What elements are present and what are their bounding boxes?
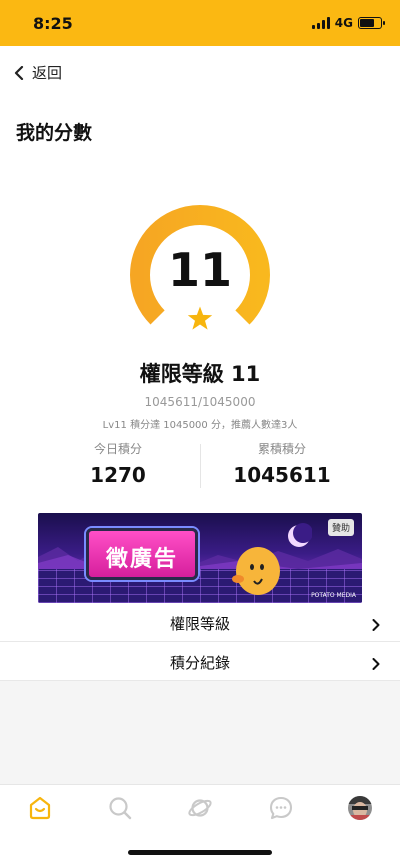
level-title: 權限等級 11 [139,362,261,386]
total-score: 累積積分 1045611 [200,440,364,487]
back-label: 返回 [32,64,63,82]
today-score-value: 1270 [90,463,146,487]
chat-tab[interactable] [268,795,294,821]
menu-item-label: 權限等級 [169,615,230,633]
search-icon [109,797,132,820]
chevron-right-icon [372,655,380,674]
battery-level [360,19,374,27]
home-indicator [128,850,272,855]
search-tab[interactable] [107,795,133,821]
level-description: Lv11 積分達 1045000 分，推薦人數達3人 [102,420,298,431]
network-type: 4G [334,16,353,30]
total-score-value: 1045611 [233,463,331,487]
content-background [0,681,400,784]
sponsor-badge: 贊助 [327,519,354,536]
today-score: 今日積分 1270 [40,440,196,487]
total-score-label: 累積積分 [257,442,306,456]
score-stats: 今日積分 1270 累積積分 1045611 [40,440,360,490]
status-time: 8:25 [33,14,73,33]
explore-tab[interactable] [187,795,213,821]
ad-brand: POTATO MEDIA [311,592,356,599]
potato-mascot-icon [228,541,288,601]
ad-label-box: 徵廣告 [86,528,198,580]
menu-item-permission-level[interactable]: 權限等級 [0,603,400,642]
ad-banner[interactable]: 徵廣告 贊助 POTATO MEDIA [38,513,362,603]
status-bar: 8:25 4G [0,0,400,46]
page-title: 我的分數 [16,122,93,144]
back-button[interactable]: 返回 [14,62,62,83]
ad-label: 徵廣告 [105,547,178,572]
home-icon [29,796,51,820]
moon-icon [286,523,313,553]
planet-icon [188,799,212,817]
today-score-label: 今日積分 [93,442,142,456]
profile-tab[interactable] [347,795,373,821]
battery-icon [358,17,385,29]
avatar [348,796,372,820]
chevron-left-icon [14,65,24,80]
menu-item-score-history[interactable]: 積分紀錄 [0,642,400,681]
signal-icon [311,17,330,29]
chevron-right-icon [372,616,380,635]
home-tab[interactable] [27,795,53,821]
chat-icon [269,796,293,820]
star-icon [187,306,213,331]
score-fraction: 1045611/1045000 [144,395,256,409]
menu-item-label: 積分紀錄 [169,654,230,672]
level-number: 11 [167,243,232,297]
status-indicators: 4G [311,16,385,30]
level-gauge: 11 [130,205,270,345]
